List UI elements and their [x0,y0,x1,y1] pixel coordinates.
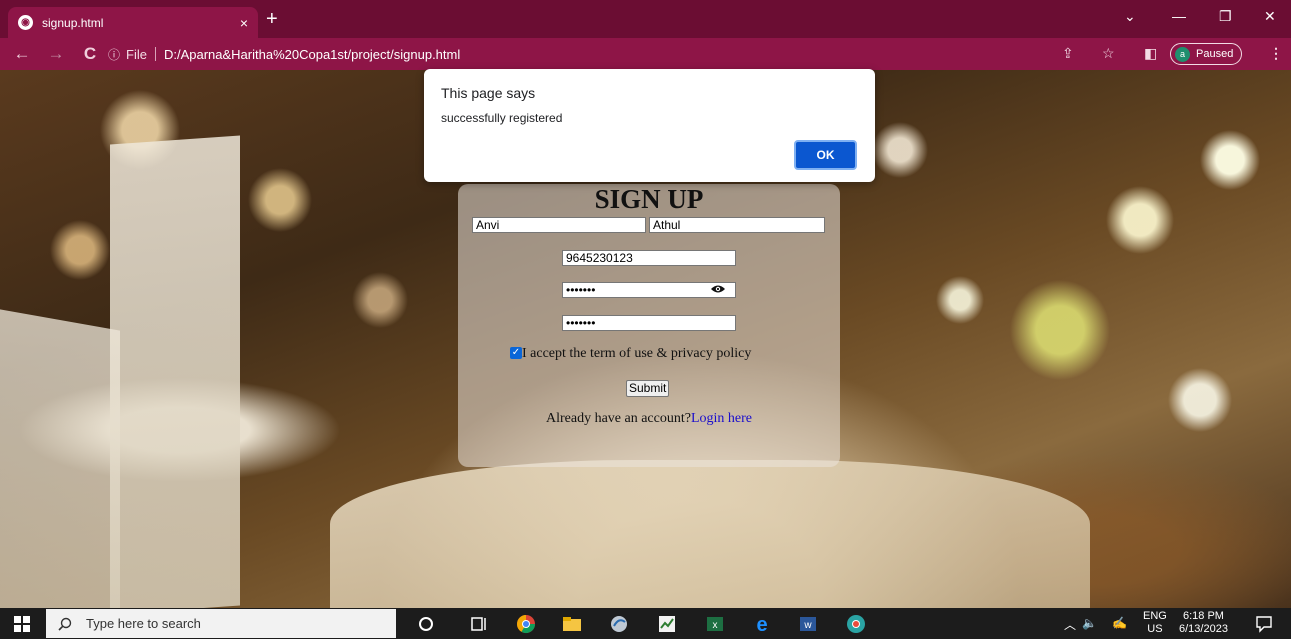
forward-arrow-icon[interactable]: → [44,44,68,64]
file-explorer-icon[interactable] [562,614,582,634]
login-link[interactable]: Login here [691,411,752,426]
show-hidden-icons-icon[interactable]: ︿ [1064,616,1076,633]
info-icon[interactable]: ⓘ [108,46,120,63]
profile-button[interactable]: a Paused [1170,43,1243,65]
task-view-icon[interactable] [469,614,489,634]
profile-status: Paused [1196,48,1234,60]
address-scheme: File [126,46,147,62]
page-title: SIGN UP [594,184,704,214]
volume-icon[interactable]: 🔈 [1082,616,1097,630]
password-input[interactable]: ••••••• [562,282,736,298]
reload-icon[interactable]: C [78,44,102,64]
taskbar-search[interactable]: Type here to search [46,609,396,638]
menu-kebab-icon[interactable]: ⋮ [1269,45,1283,62]
login-prompt: Already have an account?Login here [458,411,840,427]
search-placeholder: Type here to search [86,616,201,631]
globe-icon: ◉ [18,15,33,30]
chrome-icon[interactable] [516,614,536,634]
bookmark-star-icon[interactable]: ☆ [1102,45,1115,62]
dialog-title: This page says [441,85,536,101]
alert-dialog: This page says successfully registered O… [424,69,875,182]
clock[interactable]: 6:18 PM 6/13/2023 [1179,610,1228,636]
phone-input[interactable]: 9645230123 [562,250,736,266]
terms-label: I accept the term of use & privacy polic… [522,346,752,361]
svg-text:e: e [756,614,767,634]
confirm-password-input[interactable]: ••••••• [562,315,736,331]
app-icon[interactable] [609,614,629,634]
side-panel-icon[interactable]: ◧ [1144,45,1157,62]
language-indicator[interactable]: ENG US [1143,610,1167,636]
last-name-input[interactable]: Athul [649,217,825,233]
tab-signup[interactable]: ◉ signup.html × [8,7,258,38]
windows-start-icon[interactable] [14,616,30,632]
address-bar: ← → C ⓘ File D:/Aparna&Haritha%20Copa1st… [0,38,1291,70]
word-icon[interactable]: w [798,614,818,634]
background-open-book [330,460,1090,608]
back-arrow-icon[interactable]: ← [10,44,34,64]
new-tab-button[interactable]: + [266,9,278,29]
clock-time: 6:18 PM [1182,610,1224,622]
cortana-icon[interactable] [416,614,436,634]
first-name-input[interactable]: Anvi [472,217,646,233]
background-book-page [110,135,240,608]
svg-text:x: x [713,620,718,631]
tab-search-icon[interactable]: ⌄ [1124,8,1136,25]
share-icon[interactable]: ⇪ [1062,45,1074,62]
close-window-button[interactable]: ✕ [1264,8,1276,25]
tab-title: signup.html [42,15,104,30]
omnibox[interactable]: ⓘ File D:/Aparna&Haritha%20Copa1st/proje… [108,43,1048,65]
terms-checkbox[interactable]: ✓ [510,347,522,359]
tab-strip: ◉ signup.html × + ⌄ — ❐ ✕ [0,0,1291,38]
signup-card: SIGN UP Anvi Athul 9645230123 ••••••• ••… [458,184,840,467]
excel-icon[interactable]: x [705,614,725,634]
notifications-icon[interactable] [1255,615,1273,633]
svg-text:w: w [803,620,812,631]
submit-button[interactable]: Submit [626,380,670,397]
chart-app-icon[interactable] [657,614,677,634]
language-code: ENG [1143,610,1167,622]
taskbar: Type here to search x e w ︿ 🔈 ✍ ENG US 6… [0,608,1291,639]
restore-button[interactable]: ❐ [1219,8,1232,25]
dialog-message: successfully registered [441,111,563,125]
search-icon [58,617,72,631]
eye-icon[interactable] [711,284,725,294]
close-tab-icon[interactable]: × [240,15,248,31]
already-text: Already have an account? [545,411,691,426]
edge-icon[interactable]: e [752,614,772,634]
url-text[interactable]: D:/Aparna&Haritha%20Copa1st/project/sign… [164,47,460,62]
clock-date: 6/13/2023 [1179,623,1228,635]
pen-icon[interactable]: ✍ [1112,616,1127,630]
minimize-button[interactable]: — [1172,8,1186,24]
region-code: US [1147,623,1163,635]
background-book-page [0,309,120,608]
chrome-profile-icon[interactable] [846,614,866,634]
address-divider [154,47,156,61]
ok-button[interactable]: OK [794,140,857,170]
avatar: a [1175,46,1190,62]
